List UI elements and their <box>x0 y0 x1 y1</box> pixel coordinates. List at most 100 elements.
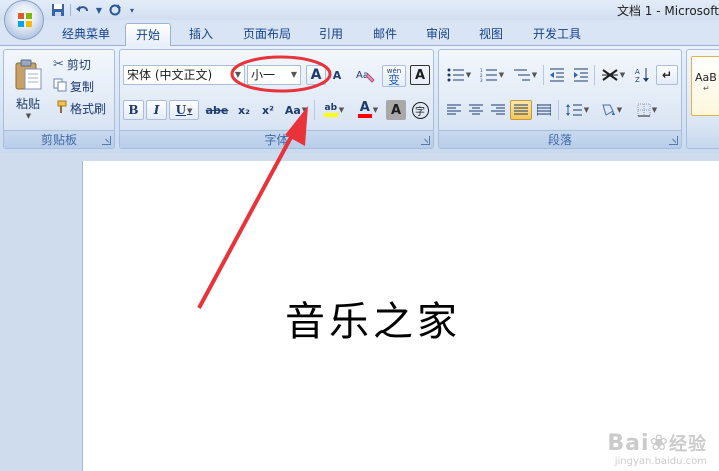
font-color-button[interactable]: A ▼ <box>352 100 384 120</box>
bullets-dropdown-icon[interactable]: ▼ <box>466 71 471 79</box>
subscript-button[interactable]: x₂ <box>233 100 255 120</box>
customize-qat-icon[interactable]: ▾ <box>127 2 137 18</box>
tab-classic-menu[interactable]: 经典菜单 <box>56 23 116 46</box>
ribbon: 粘贴 ▼ ✂ 剪切 复制 格式刷 剪贴板 宋体 (中文正文) ▼ 小一 ▼ A … <box>0 46 719 153</box>
change-case-dropdown-icon[interactable]: ▼ <box>302 106 307 114</box>
clipboard-launcher-icon[interactable] <box>102 136 111 145</box>
justify-button[interactable] <box>510 100 532 120</box>
sort-button[interactable]: AZ <box>631 65 653 85</box>
watermark-logo: Bai❀经验 <box>607 430 707 456</box>
increase-indent-button[interactable] <box>570 65 592 85</box>
bold-icon: B <box>128 103 139 117</box>
line-spacing-icon <box>565 104 582 116</box>
copy-label: 复制 <box>70 79 95 94</box>
tab-insert[interactable]: 插入 <box>183 23 219 46</box>
superscript-button[interactable]: x² <box>257 100 279 120</box>
document-text[interactable]: 音乐之家 <box>285 289 461 347</box>
bold-button[interactable]: B <box>123 100 144 120</box>
underline-button[interactable]: U ▼ <box>169 100 199 120</box>
shading-icon <box>602 104 615 116</box>
redo-icon[interactable] <box>107 2 123 18</box>
change-case-icon: Aa <box>284 103 301 117</box>
strikethrough-button[interactable]: abe <box>203 100 231 120</box>
increase-indent-icon <box>574 68 588 82</box>
paste-button[interactable]: 粘贴 ▼ <box>8 53 48 125</box>
svg-text:3: 3 <box>480 78 483 82</box>
grow-font-button[interactable]: A <box>306 65 326 85</box>
undo-icon[interactable] <box>75 2 91 18</box>
document-page[interactable]: 音乐之家 <box>82 161 719 471</box>
show-formatting-button[interactable]: ↵ <box>656 65 678 85</box>
shading-button[interactable]: ▼ <box>595 100 627 120</box>
line-spacing-dropdown-icon[interactable]: ▼ <box>584 106 589 114</box>
align-left-button[interactable] <box>444 100 464 120</box>
borders-button[interactable]: ▼ <box>631 100 663 120</box>
numbering-dropdown-icon[interactable]: ▼ <box>499 71 504 79</box>
font-size-value: 小一 <box>251 68 276 82</box>
tab-references[interactable]: 引用 <box>313 23 349 46</box>
shading-dropdown-icon[interactable]: ▼ <box>617 106 622 114</box>
format-painter-button[interactable]: 格式刷 <box>52 99 107 117</box>
multilevel-list-button[interactable]: ▼ <box>510 65 540 85</box>
paragraph-group: ▼ 123 ▼ ▼ ▼ AZ ↵ ▼ ▼ ▼ 段落 <box>438 49 682 149</box>
styles-group: AaB ↵ <box>686 49 719 149</box>
multilevel-list-icon <box>513 69 530 81</box>
shrink-font-button[interactable]: A <box>328 65 346 85</box>
highlight-button[interactable]: ab ▼ <box>318 100 350 120</box>
tab-page-layout[interactable]: 页面布局 <box>237 23 297 46</box>
change-case-button[interactable]: Aa ▼ <box>281 100 311 120</box>
align-left-icon <box>447 104 461 115</box>
multilevel-dropdown-icon[interactable]: ▼ <box>532 71 537 79</box>
undo-dropdown-icon[interactable]: ▼ <box>95 2 103 18</box>
tab-developer[interactable]: 开发工具 <box>527 23 587 46</box>
font-name-dropdown-icon[interactable]: ▼ <box>235 66 241 84</box>
paragraph-launcher-icon[interactable] <box>669 136 678 145</box>
ribbon-tab-bar: 经典菜单 开始 插入 页面布局 引用 邮件 审阅 视图 开发工具 <box>0 20 719 46</box>
decrease-indent-icon <box>550 68 564 82</box>
font-size-combo[interactable]: 小一 ▼ <box>247 65 301 85</box>
borders-dropdown-icon[interactable]: ▼ <box>652 106 657 114</box>
distributed-button[interactable] <box>534 100 554 120</box>
decrease-indent-button[interactable] <box>546 65 568 85</box>
paste-label: 粘贴 <box>15 96 40 111</box>
tab-home[interactable]: 开始 <box>125 23 171 46</box>
char-border-button[interactable]: A <box>410 65 430 85</box>
style-normal-preview[interactable]: AaB ↵ <box>691 56 719 116</box>
paste-dropdown-icon: ▼ <box>25 111 32 120</box>
style-preview-mark: ↵ <box>703 84 710 93</box>
enclose-chars-button[interactable]: 字 <box>410 100 430 120</box>
title-bar: ▼ ▾ 文档 1 - Microsoft <box>0 0 719 40</box>
font-color-icon: A <box>357 101 372 118</box>
bullets-button[interactable]: ▼ <box>444 65 474 85</box>
chinese-layout-button[interactable]: ▼ <box>597 65 629 85</box>
quick-access-toolbar: ▼ ▾ <box>50 1 137 19</box>
font-launcher-icon[interactable] <box>421 136 430 145</box>
numbering-icon: 123 <box>480 68 497 82</box>
font-name-combo[interactable]: 宋体 (中文正文) ▼ <box>123 65 245 85</box>
clear-formatting-button[interactable]: Aa <box>352 65 378 85</box>
font-color-dropdown-icon[interactable]: ▼ <box>373 106 378 114</box>
phonetic-guide-button[interactable]: wén 变 <box>382 65 406 87</box>
copy-button[interactable]: 复制 <box>52 77 95 95</box>
align-right-button[interactable] <box>488 100 508 120</box>
chinese-layout-dropdown-icon[interactable]: ▼ <box>620 71 625 79</box>
underline-dropdown-icon[interactable]: ▼ <box>187 106 192 115</box>
font-size-dropdown-icon[interactable]: ▼ <box>291 66 297 84</box>
numbering-button[interactable]: 123 ▼ <box>477 65 507 85</box>
office-button[interactable] <box>4 0 44 40</box>
char-shading-button[interactable]: A <box>386 100 406 120</box>
line-spacing-button[interactable]: ▼ <box>561 100 593 120</box>
cut-button[interactable]: ✂ 剪切 <box>52 55 92 73</box>
italic-button[interactable]: I <box>146 100 167 120</box>
align-right-icon <box>491 104 505 115</box>
svg-text:Z: Z <box>635 76 640 83</box>
highlight-dropdown-icon[interactable]: ▼ <box>339 106 344 114</box>
tab-review[interactable]: 审阅 <box>420 23 456 46</box>
tab-view[interactable]: 视图 <box>473 23 509 46</box>
tab-mailings[interactable]: 邮件 <box>367 23 403 46</box>
save-icon[interactable] <box>50 2 66 18</box>
watermark-logo-cn: 经验 <box>669 434 707 455</box>
paw-icon: ❀ <box>649 431 669 456</box>
align-center-button[interactable] <box>466 100 486 120</box>
font-group: 宋体 (中文正文) ▼ 小一 ▼ A A Aa wén 变 A B I U ▼ … <box>119 49 434 149</box>
